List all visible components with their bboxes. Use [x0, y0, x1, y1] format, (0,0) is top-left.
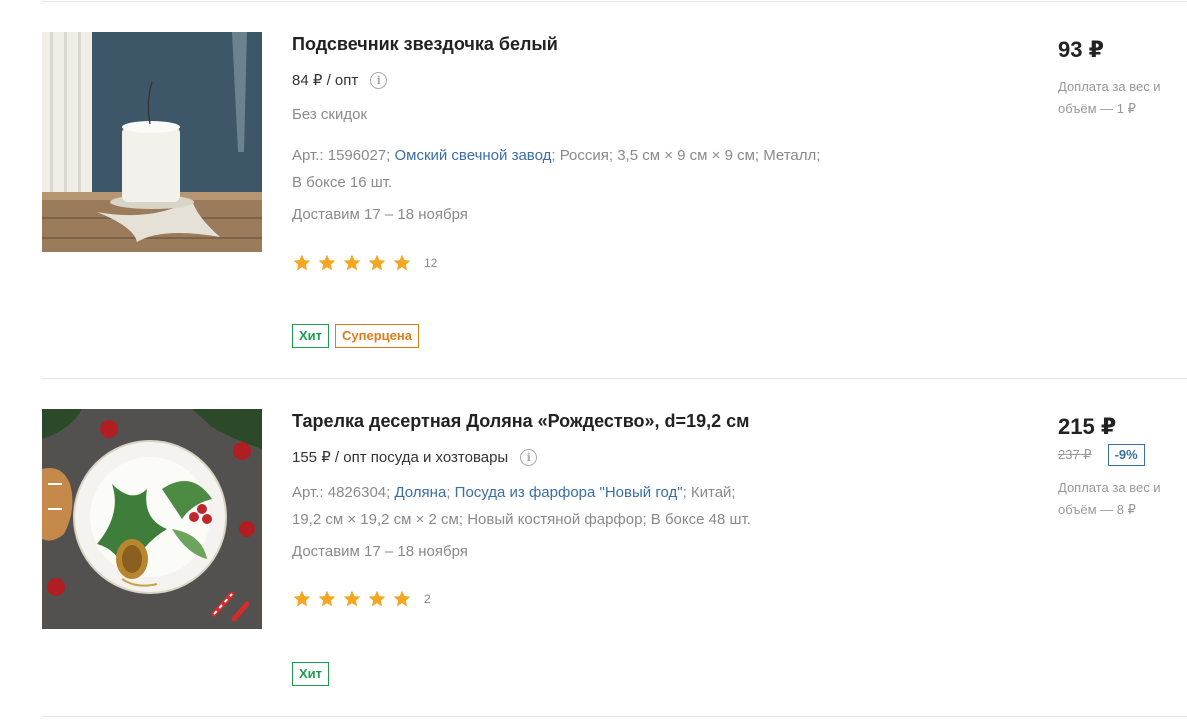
review-count[interactable]: 2: [424, 592, 431, 606]
bottom-divider: [42, 716, 1187, 717]
wholesale-price: 84 ₽ / опт: [292, 72, 359, 89]
hit-badge: Хит: [292, 324, 330, 348]
info-icon[interactable]: i: [370, 71, 388, 89]
badges: Хит: [292, 662, 330, 686]
price-column: 93 ₽ Доплата за вес и объём — 1 ₽: [1058, 32, 1187, 120]
badges: Хит Суперцена: [292, 324, 419, 348]
article-number: Арт.: 4826304;: [292, 484, 391, 501]
discount-status: Без скидок: [292, 106, 367, 123]
star-icon: [393, 254, 411, 271]
product-meta: Арт.: 1596027; Омский свечной завод; Рос…: [292, 142, 952, 196]
wholesale-price: 155 ₽ / опт посуда и хозтовары: [292, 449, 509, 466]
top-divider: [42, 1, 1187, 2]
manufacturer-link[interactable]: Омский свечной завод: [394, 147, 551, 164]
product-info: Подсвечник звездочка белый 84 ₽ / опт i …: [292, 32, 952, 348]
meta-details: ; Россия; 3,5 см × 9 см × 9 см; Металл;: [551, 147, 821, 164]
product-title[interactable]: Подсвечник звездочка белый: [292, 32, 952, 56]
meta-box-count: В боксе 16 шт.: [292, 174, 393, 191]
star-icon: [393, 590, 411, 607]
star-icon: [293, 254, 311, 271]
product-card: Подсвечник звездочка белый 84 ₽ / опт i …: [42, 32, 1187, 362]
review-count[interactable]: 12: [424, 256, 437, 270]
product-image[interactable]: [42, 32, 262, 252]
delivery-date: Доставим 17 – 18 ноября: [292, 543, 468, 560]
star-icon: [318, 590, 336, 607]
star-icon: [318, 254, 336, 271]
old-price-row: 237 ₽ -9%: [1058, 443, 1187, 467]
star-icon: [368, 590, 386, 607]
info-icon[interactable]: i: [520, 448, 538, 466]
old-price: 237 ₽: [1058, 447, 1092, 462]
price: 93 ₽: [1058, 37, 1104, 62]
product-card: Тарелка десертная Доляна «Рождество», d=…: [42, 409, 1187, 709]
surcharge-note: Доплата за вес и объём — 8 ₽: [1058, 480, 1161, 517]
star-icon: [343, 254, 361, 271]
rating[interactable]: 2: [292, 588, 952, 610]
price: 215 ₽: [1058, 414, 1117, 439]
discount-badge: -9%: [1107, 444, 1145, 466]
wholesale-price-row: 84 ₽ / опт i: [292, 70, 952, 90]
product-info: Тарелка десертная Доляна «Рождество», d=…: [292, 409, 952, 686]
collection-link[interactable]: Посуда из фарфора "Новый год": [455, 484, 683, 501]
product-title[interactable]: Тарелка десертная Доляна «Рождество», d=…: [292, 409, 952, 433]
star-icon: [293, 590, 311, 607]
wholesale-price-row: 155 ₽ / опт посуда и хозтовары i: [292, 447, 952, 467]
star-icon: [343, 590, 361, 607]
brand-link[interactable]: Доляна: [394, 484, 446, 501]
product-meta: Арт.: 4826304; Доляна; Посуда из фарфора…: [292, 479, 952, 533]
star-icon: [368, 254, 386, 271]
meta-separator: ;: [446, 484, 455, 501]
price-column: 215 ₽ 237 ₽ -9% Доплата за вес и объём —…: [1058, 409, 1187, 521]
super-price-badge: Суперцена: [335, 324, 419, 348]
meta-dimensions: 19,2 см × 19,2 см × 2 см; Новый костяной…: [292, 511, 751, 528]
rating[interactable]: 12: [292, 252, 952, 274]
meta-details: ; Китай;: [682, 484, 736, 501]
product-image[interactable]: [42, 409, 262, 629]
surcharge-note: Доплата за вес и объём — 1 ₽: [1058, 79, 1161, 116]
product-divider: [42, 378, 1187, 379]
product-list: Подсвечник звездочка белый 84 ₽ / опт i …: [0, 0, 1187, 720]
article-number: Арт.: 1596027;: [292, 147, 391, 164]
hit-badge: Хит: [292, 662, 330, 686]
delivery-date: Доставим 17 – 18 ноября: [292, 206, 468, 223]
